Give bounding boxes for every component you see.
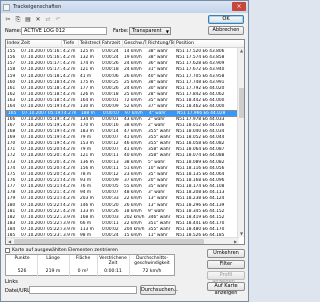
toolbar: ✂ ⎘ ▤ ✕ ⇄ ↶ [4, 15, 62, 24]
scroll-right-icon[interactable]: ▶ [232, 238, 239, 244]
show-on-map-button[interactable]: Auf Karte anzeigen [207, 282, 245, 296]
col-index[interactable]: Index [6, 40, 20, 48]
stat-elapsed: 0:00:11 [104, 269, 122, 274]
reverse-button[interactable]: Umkehren [207, 249, 245, 258]
chevron-down-icon: ▼ [165, 29, 169, 34]
scroll-left-icon[interactable]: ◀ [6, 238, 13, 244]
stat-length: 219 m [45, 269, 61, 274]
stat-area: 0 m² [77, 269, 89, 274]
reverse-icon[interactable]: ⇄ [44, 16, 52, 24]
copy-icon[interactable]: ⎘ [14, 16, 22, 24]
stat-header-points: Punkte [14, 256, 30, 261]
paste-icon[interactable]: ▤ [24, 16, 32, 24]
checkbox-label: Karte auf ausgewählten Elementen zentrie… [12, 248, 118, 253]
checkbox-box[interactable] [5, 248, 10, 253]
title-bar[interactable]: Trackeigenschaften × [1, 1, 248, 13]
col-position[interactable]: Position [175, 40, 244, 48]
ok-button[interactable]: OK [208, 15, 244, 24]
track-statistics: Punkte Länge Fläche Verstrichene Zeit Du… [5, 254, 175, 277]
stat-header-elapsed: Verstrichene Zeit [99, 256, 127, 266]
scroll-up-icon[interactable]: ▲ [238, 48, 244, 54]
color-label: Farbe: [113, 28, 129, 34]
cancel-button[interactable]: Abbrechen [208, 26, 244, 35]
links-label: Links [5, 279, 18, 285]
scissors-icon[interactable]: ✂ [4, 16, 12, 24]
horizontal-scroll-thumb[interactable] [14, 239, 204, 244]
app-icon [3, 3, 10, 11]
stat-header-length: Länge [46, 256, 60, 261]
stat-avg-speed: 72 km/h [142, 269, 162, 274]
col-time[interactable]: Zeit [20, 40, 62, 48]
delete-icon[interactable]: ✕ [34, 16, 42, 24]
col-depth[interactable]: Tiefe [62, 40, 79, 48]
close-button[interactable]: × [232, 2, 246, 11]
window-title: Trackeigenschaften [13, 4, 62, 10]
scroll-down-icon[interactable]: ▼ [238, 231, 244, 237]
color-select[interactable]: Transparent ▼ [129, 27, 171, 35]
table-body: 155 07.10.2007 05:16:15 4.2 m 125 m 0:00:24 1… [6, 49, 238, 239]
col-duration[interactable]: Fahrzeit [101, 40, 123, 48]
url-input[interactable] [29, 286, 137, 294]
trackpoint-table[interactable]: Index Zeit Tiefe Teilstrecke Fahrzeit Ge… [5, 39, 245, 245]
undo-icon[interactable]: ↶ [54, 16, 62, 24]
table-header: Index Zeit Tiefe Teilstrecke Fahrzeit Ge… [6, 40, 244, 48]
vertical-scrollbar[interactable]: ▲ ▼ [237, 48, 244, 237]
col-direction[interactable]: Richtung/Teil [147, 40, 175, 48]
name-label: Name: [5, 28, 22, 34]
color-select-value: Transparent [132, 28, 162, 34]
center-map-checkbox[interactable]: Karte auf ausgewählten Elementen zentrie… [5, 248, 118, 253]
stat-points: 526 [17, 269, 27, 274]
col-speed[interactable]: Geschw./Teil [123, 40, 147, 48]
col-segment[interactable]: Teilstrecke [79, 40, 101, 48]
dialog-window: Trackeigenschaften × ✂ ⎘ ▤ ✕ ⇄ ↶ OK Abbr… [0, 0, 249, 302]
url-label: Datei/URL: [5, 288, 32, 294]
horizontal-scrollbar[interactable]: ◀ ▶ [6, 237, 239, 244]
stat-header-avg-speed: Durchschnitts- geschwindigkeit [134, 256, 170, 266]
vertical-scroll-thumb[interactable] [239, 88, 244, 118]
filter-button[interactable]: Filter [207, 260, 245, 269]
name-input[interactable]: ACTIVE LOG 012 [21, 27, 107, 35]
browse-button[interactable]: Durchsuchen... [140, 285, 179, 295]
stat-header-area: Fläche [75, 256, 91, 261]
show-profile-button[interactable]: Profil anzeigen... [207, 271, 245, 285]
